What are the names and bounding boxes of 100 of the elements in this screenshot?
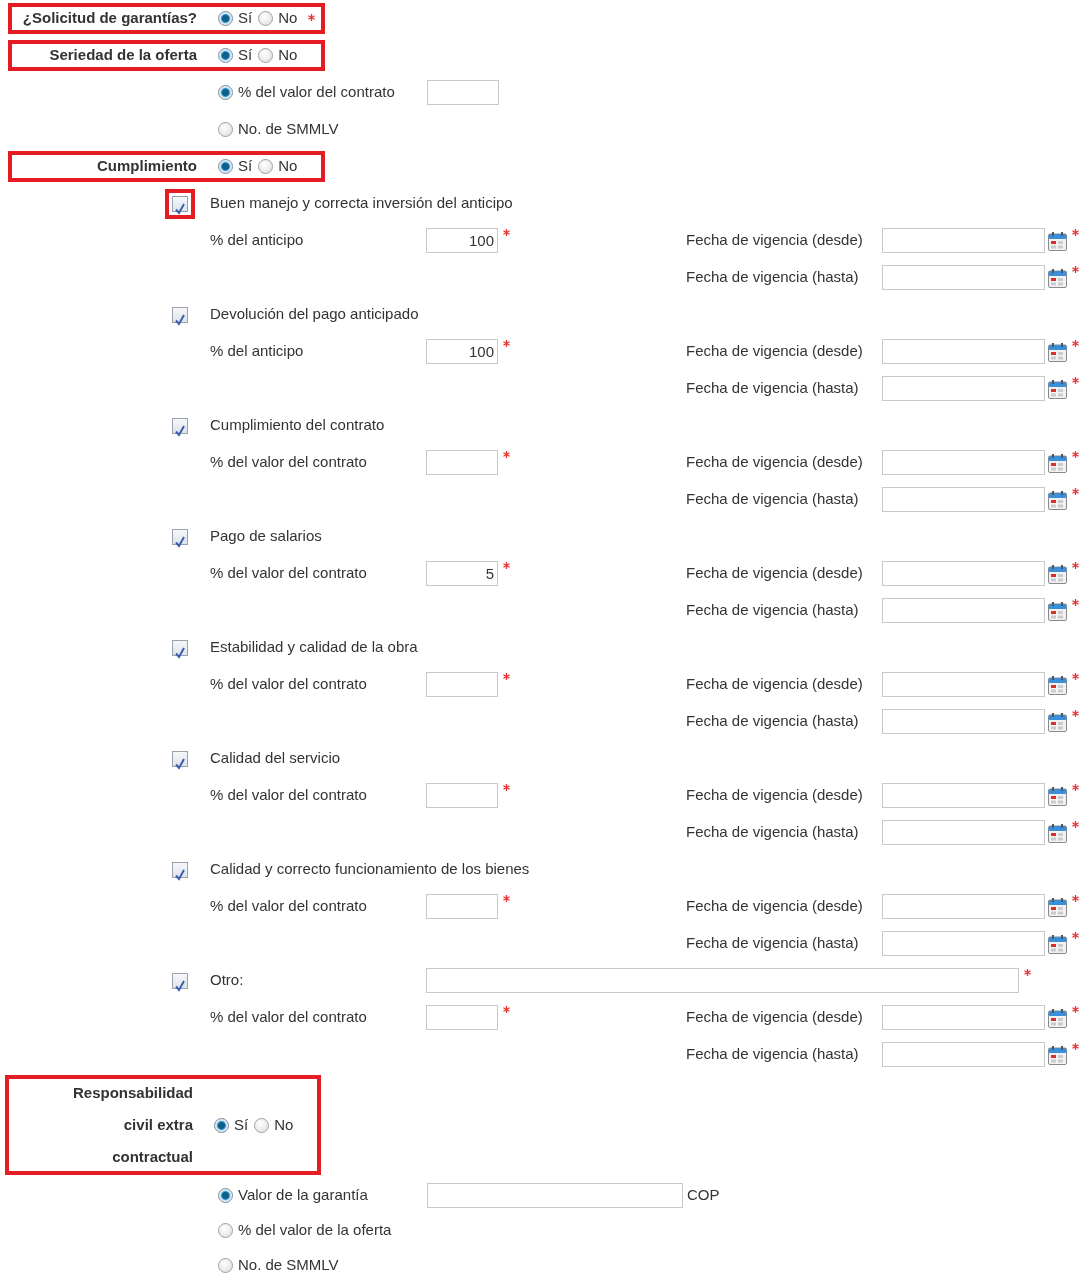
radio-button[interactable]: [254, 1117, 270, 1133]
radio-label: Sí: [238, 45, 253, 66]
field-label: Fecha de vigencia (desde): [686, 452, 864, 473]
percent-field[interactable]: [426, 894, 498, 919]
checkbox-label: Calidad y correcto funcionamiento de los bienes: [210, 859, 530, 880]
checkbox[interactable]: [172, 639, 188, 656]
calendar-icon[interactable]: [1048, 341, 1067, 362]
calendar-icon[interactable]: [1048, 711, 1067, 732]
field-label: Fecha de vigencia (hasta): [686, 267, 860, 288]
radio-button[interactable]: [214, 1117, 229, 1133]
date-field[interactable]: [882, 1042, 1045, 1067]
calendar-icon[interactable]: [1048, 267, 1067, 288]
calendar-icon[interactable]: [1048, 896, 1067, 917]
field-label: % del valor del contrato: [210, 1007, 368, 1028]
radio-label: Sí: [238, 8, 253, 29]
radio-button[interactable]: [218, 11, 233, 26]
field-label: % del anticipo: [210, 341, 305, 362]
amount-field[interactable]: [427, 1183, 683, 1208]
date-field[interactable]: [882, 931, 1045, 956]
date-field[interactable]: [882, 339, 1045, 364]
field-label: Fecha de vigencia (desde): [686, 341, 864, 362]
field-label: % del valor del contrato: [210, 674, 368, 695]
calendar-icon[interactable]: [1048, 822, 1067, 843]
checkbox[interactable]: [172, 750, 188, 767]
calendar-icon[interactable]: [1048, 674, 1067, 695]
radio-label: No: [274, 1114, 294, 1135]
calendar-icon[interactable]: [1048, 785, 1067, 806]
field-label: Fecha de vigencia (hasta): [686, 378, 860, 399]
field-label: Fecha de vigencia (hasta): [686, 933, 860, 954]
calendar-icon[interactable]: [1048, 1044, 1067, 1065]
field-label: Fecha de vigencia (hasta): [686, 600, 860, 621]
radio-label: % del valor del contrato: [238, 82, 396, 103]
calendar-icon[interactable]: [1048, 600, 1067, 621]
radio-button[interactable]: [218, 1223, 233, 1238]
percent-field[interactable]: [427, 80, 499, 105]
percent-field[interactable]: [426, 1005, 498, 1030]
percent-field[interactable]: [426, 450, 498, 475]
checkbox[interactable]: [172, 417, 188, 434]
radio-label: Sí: [238, 156, 253, 177]
percent-field[interactable]: 100: [426, 228, 498, 253]
percent-field[interactable]: [426, 783, 498, 808]
checkbox[interactable]: [172, 195, 188, 212]
field-label: % del anticipo: [210, 230, 305, 251]
checkbox[interactable]: [172, 306, 188, 323]
percent-field[interactable]: 5: [426, 561, 498, 586]
date-field[interactable]: [882, 1005, 1045, 1030]
date-field[interactable]: [882, 376, 1045, 401]
calendar-icon[interactable]: [1048, 378, 1067, 399]
question-label: ¿Solicitud de garantías?: [21, 8, 197, 29]
field-label: Fecha de vigencia (hasta): [686, 822, 860, 843]
date-field[interactable]: [882, 487, 1045, 512]
date-field[interactable]: [882, 783, 1045, 808]
percent-field[interactable]: [426, 672, 498, 697]
radio-label: No: [278, 156, 298, 177]
field-label: Fecha de vigencia (desde): [686, 563, 864, 584]
date-field[interactable]: [882, 450, 1045, 475]
field-label: % del valor del contrato: [210, 452, 368, 473]
checkbox-label: Pago de salarios: [210, 526, 322, 547]
checkbox-label: Devolución del pago anticipado: [210, 304, 419, 325]
date-field[interactable]: [882, 598, 1045, 623]
unit-label: COP: [687, 1185, 720, 1206]
calendar-icon[interactable]: [1048, 563, 1067, 584]
calendar-icon[interactable]: [1048, 933, 1067, 954]
field-label: Fecha de vigencia (desde): [686, 230, 864, 251]
calendar-icon[interactable]: [1048, 1007, 1067, 1028]
checkbox[interactable]: [172, 972, 188, 989]
radio-label: No: [278, 45, 298, 66]
date-field[interactable]: [882, 894, 1045, 919]
radio-button[interactable]: [258, 48, 274, 63]
radio-label: Valor de la garantía: [238, 1185, 369, 1206]
radio-button[interactable]: [258, 11, 274, 26]
radio-button[interactable]: [218, 1258, 233, 1273]
percent-field[interactable]: 100: [426, 339, 498, 364]
calendar-icon[interactable]: [1048, 489, 1067, 510]
text-field[interactable]: [426, 968, 1019, 993]
field-label: Fecha de vigencia (desde): [686, 785, 864, 806]
date-field[interactable]: [882, 820, 1045, 845]
checkbox-label: Otro:: [210, 970, 245, 991]
radio-button[interactable]: [218, 85, 233, 100]
radio-button[interactable]: [218, 159, 233, 174]
radio-button[interactable]: [258, 159, 274, 174]
radio-label: No. de SMMLV: [238, 1255, 339, 1276]
radio-label: % del valor de la oferta: [238, 1220, 392, 1241]
field-label: Fecha de vigencia (desde): [686, 1007, 864, 1028]
field-label: Fecha de vigencia (hasta): [686, 489, 860, 510]
date-field[interactable]: [882, 672, 1045, 697]
radio-button[interactable]: [218, 1188, 233, 1203]
radio-button[interactable]: [218, 48, 233, 63]
checkbox[interactable]: [172, 861, 188, 878]
date-field[interactable]: [882, 265, 1045, 290]
date-field[interactable]: [882, 561, 1045, 586]
checkbox[interactable]: [172, 528, 188, 545]
calendar-icon[interactable]: [1048, 230, 1067, 251]
radio-button[interactable]: [218, 122, 233, 137]
field-label: Fecha de vigencia (hasta): [686, 711, 860, 732]
date-field[interactable]: [882, 228, 1045, 253]
calendar-icon[interactable]: [1048, 452, 1067, 473]
date-field[interactable]: [882, 709, 1045, 734]
checkbox-label: Estabilidad y calidad de la obra: [210, 637, 418, 658]
field-label: Fecha de vigencia (hasta): [686, 1044, 860, 1065]
